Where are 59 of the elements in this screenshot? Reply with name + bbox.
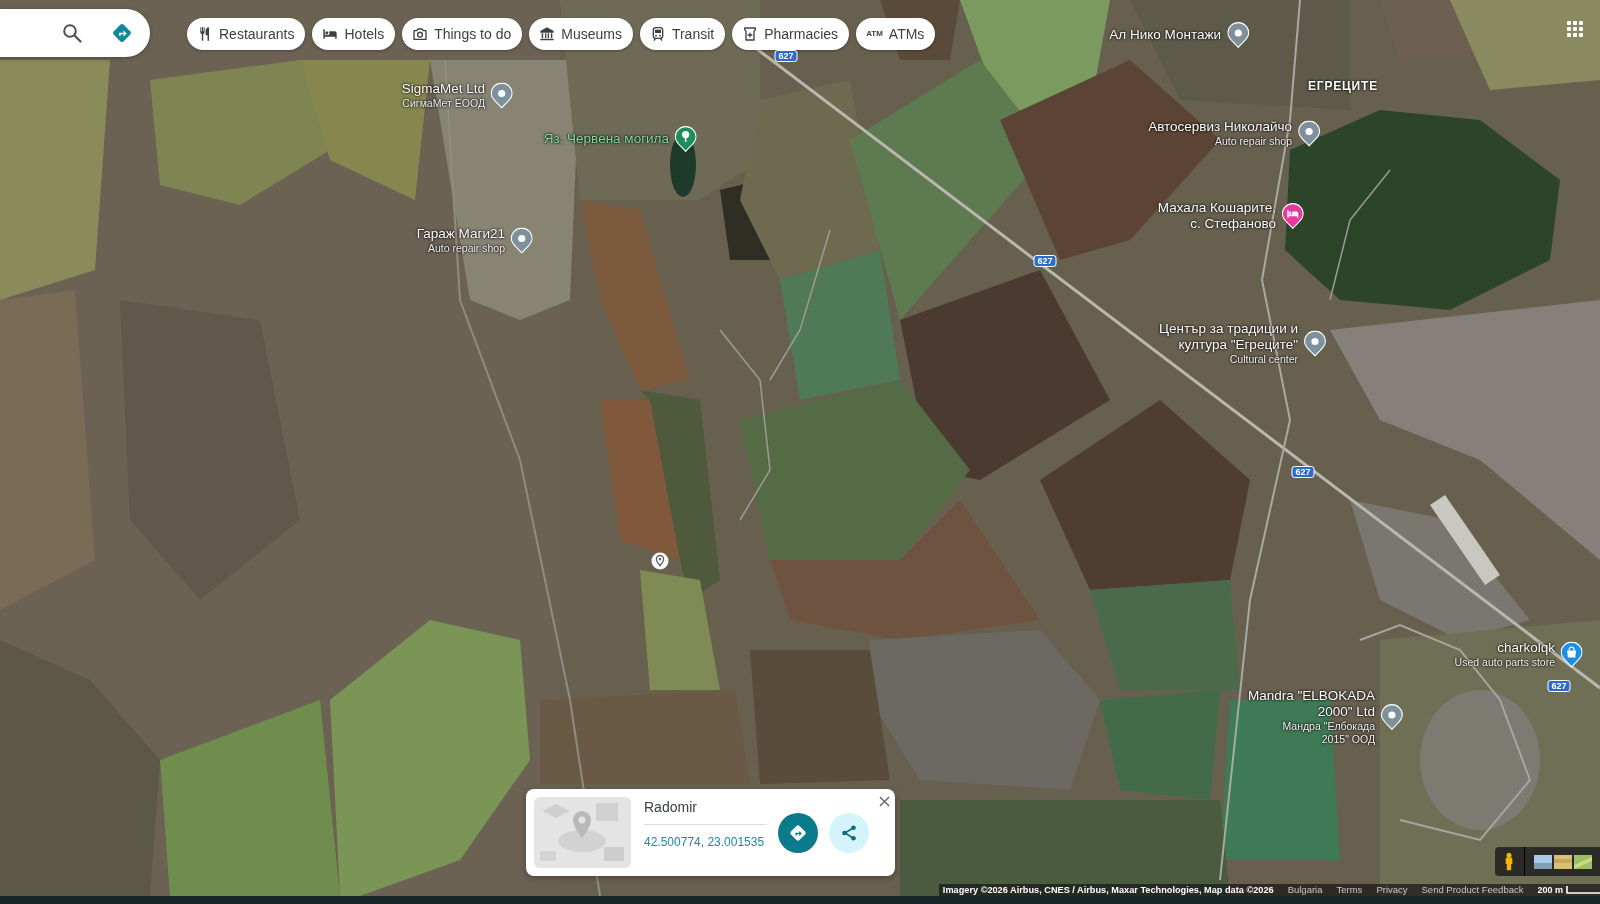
pharmacy-icon: [742, 26, 759, 42]
route-shield: 627: [774, 50, 798, 62]
town-label: ЕГРЕЦИТЕ: [1308, 79, 1378, 93]
map-layer-thumbnail[interactable]: [1574, 854, 1592, 869]
route-shield: 627: [1291, 466, 1315, 478]
category-chip[interactable]: Restaurants: [187, 18, 306, 50]
bed-pin-icon[interactable]: [1282, 203, 1304, 229]
place-label: SigmaMet Ltd: [401, 80, 485, 97]
place-label: Mandra "ELBOKADA 2000" Ltd: [1247, 688, 1375, 720]
map-pin-icon[interactable]: [1227, 22, 1249, 48]
place-subtitle: Auto repair shop: [1214, 134, 1292, 148]
close-icon[interactable]: [879, 796, 890, 807]
scale-label: 200 m: [1537, 884, 1563, 896]
map-pin-icon[interactable]: [1298, 120, 1320, 146]
category-chip[interactable]: ATM ATMs: [856, 18, 936, 50]
place-label: Махала Кошарите, с. Стефаново: [1157, 200, 1276, 232]
place-subtitle: Used auto parts store: [1454, 655, 1555, 669]
map-layer-thumbnail[interactable]: [1534, 854, 1552, 869]
museum-icon: [539, 26, 556, 42]
apps-grid-icon[interactable]: [1567, 21, 1583, 37]
place-subtitle: Auto repair shop: [427, 241, 505, 255]
category-chip[interactable]: Things to do: [402, 18, 523, 50]
route-shield: 627: [1547, 680, 1571, 692]
place-subtitle: Мандра "Елбокада 2015" ООД: [1282, 720, 1375, 746]
directions-button[interactable]: [778, 812, 818, 853]
category-chip[interactable]: Museums: [529, 18, 633, 50]
search-box[interactable]: [0, 9, 150, 57]
category-chip[interactable]: Pharmacies: [732, 18, 850, 50]
footer-link[interactable]: Privacy: [1376, 884, 1408, 896]
scale-bar: [1566, 886, 1600, 894]
place-label: Център за традиции и култура "Егреците": [1159, 320, 1298, 353]
map-pin-icon[interactable]: [1381, 704, 1403, 730]
place-label: Гараж Маги21: [416, 225, 505, 242]
place-label: Яз. Червена могила: [543, 131, 669, 147]
attribution-text: Imagery ©2026 Airbus, CNES / Airbus, Maxar Technologies, Map data ©2026: [942, 884, 1274, 896]
tree-pin-icon[interactable]: [675, 126, 697, 152]
category-chip[interactable]: Transit: [639, 18, 726, 50]
camera-icon: [412, 26, 429, 42]
coordinates-link[interactable]: 42.500774, 23.001535: [644, 834, 767, 850]
footer-link[interactable]: Terms: [1336, 884, 1363, 896]
place-subtitle: СигмаМет ЕООД: [402, 96, 485, 110]
search-icon[interactable]: [62, 23, 82, 43]
atm-icon: ATM: [866, 29, 883, 39]
pegman-icon[interactable]: [1504, 852, 1514, 871]
bed-icon: [322, 26, 339, 42]
place-label: charkolqk: [1497, 639, 1555, 656]
map-layer-thumbnail[interactable]: [1554, 854, 1572, 869]
shopping-bag-pin-icon[interactable]: [1561, 641, 1583, 667]
route-shield: 627: [1033, 255, 1057, 267]
footer-link[interactable]: Send Product Feedback: [1421, 884, 1524, 896]
footer-link[interactable]: Bulgaria: [1287, 884, 1323, 896]
share-button[interactable]: [829, 812, 869, 853]
place-label: Автосервиз Николайчо: [1148, 118, 1292, 135]
place-label: Ал Нико Монтажи: [1109, 27, 1221, 43]
place-title: Radomir: [644, 798, 698, 816]
location-marker-icon[interactable]: [651, 552, 669, 570]
place-subtitle: Cultural center: [1229, 352, 1298, 366]
map-pin-icon[interactable]: [1304, 330, 1326, 356]
category-chip[interactable]: Hotels: [312, 18, 396, 50]
